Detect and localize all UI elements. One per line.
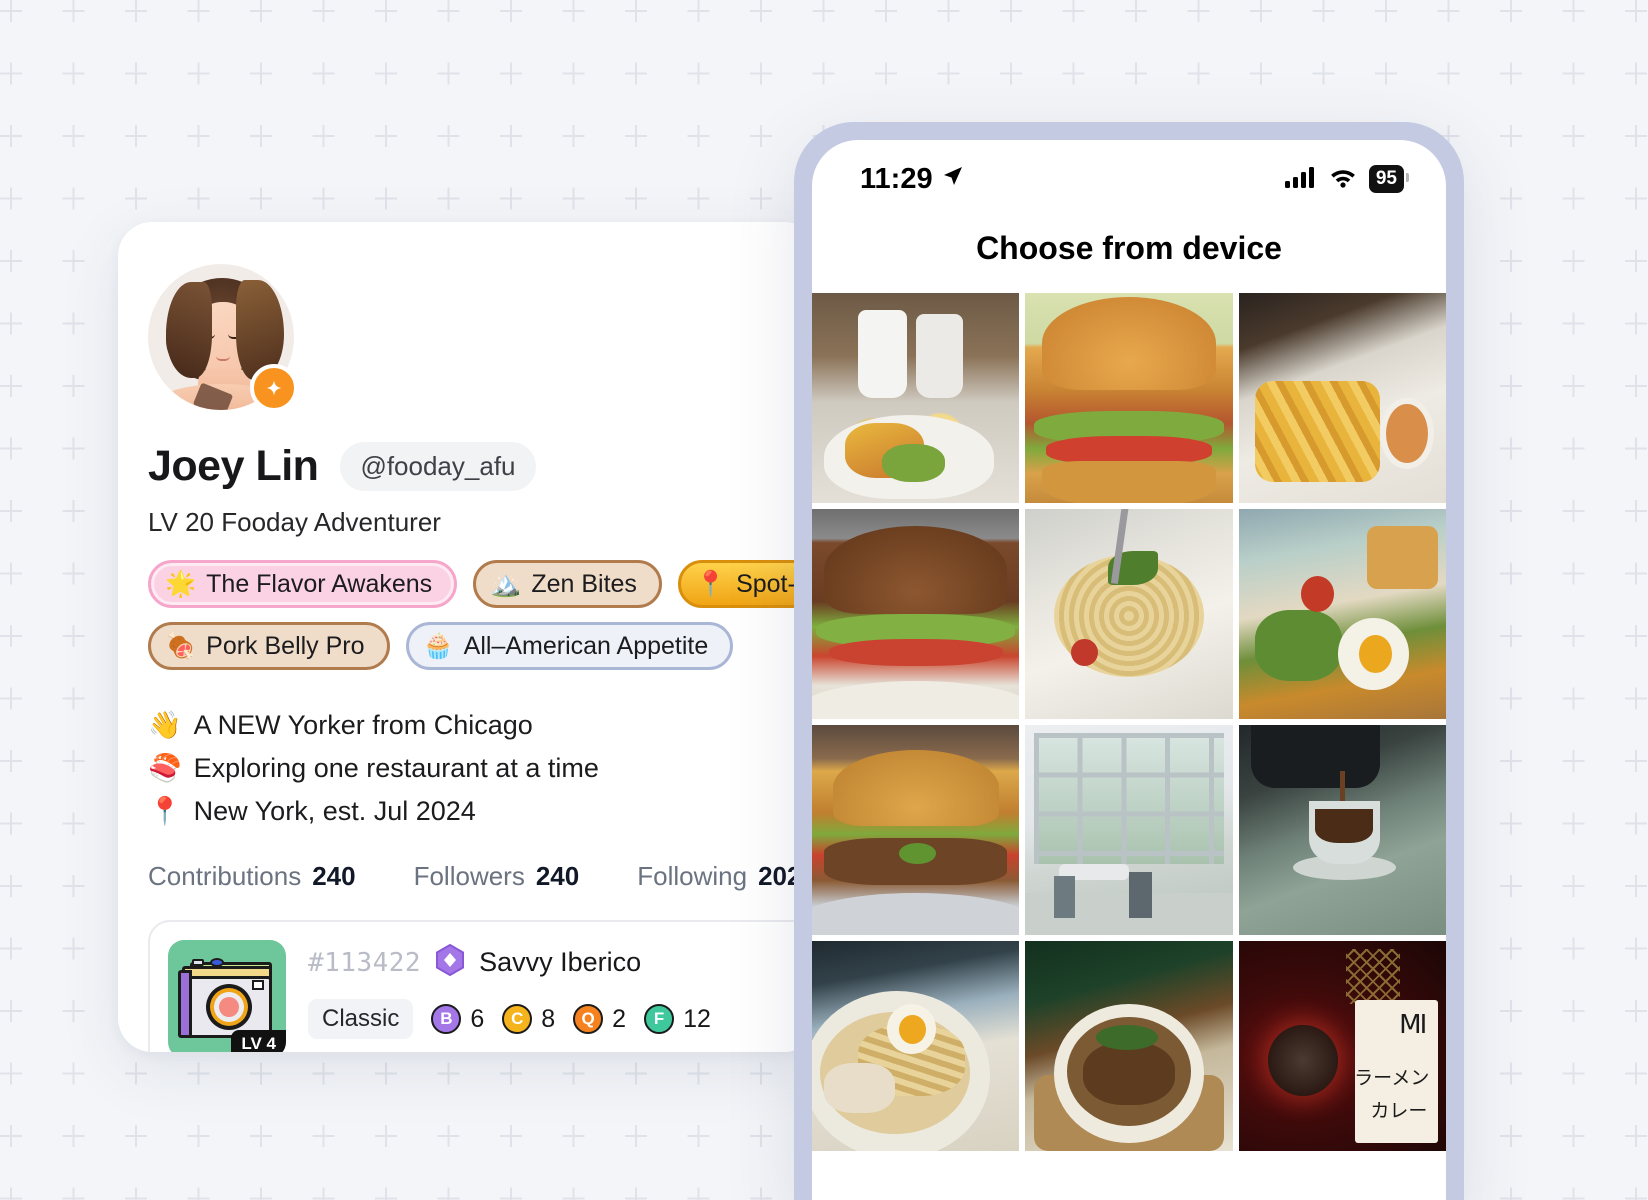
chip-value: 8 xyxy=(541,1004,556,1033)
badge-zen-bites[interactable]: 🏔️ Zen Bites xyxy=(473,560,662,608)
star-icon: 🌟 xyxy=(165,569,197,598)
item-meta: Classic B 6 C 8 Q 2 F 12 xyxy=(308,999,818,1040)
bio: 👋 A NEW Yorker from Chicago 🍣 Exploring … xyxy=(148,708,818,829)
photo-grid: MI ラーメン カレー xyxy=(812,293,1446,1151)
camera-icon: LV 4 xyxy=(168,940,286,1052)
photo-thumbnail[interactable] xyxy=(1238,293,1446,503)
chip-letter: F xyxy=(644,1004,675,1035)
stat-label: Following xyxy=(637,861,748,892)
stat-chip-c: C 8 xyxy=(502,1004,556,1035)
bio-line: 📍 New York, est. Jul 2024 xyxy=(148,794,818,829)
chip-value: 2 xyxy=(612,1004,627,1033)
map-pin-icon: 📍 xyxy=(148,796,182,827)
photo-thumbnail[interactable] xyxy=(1238,509,1446,719)
status-right: 95 xyxy=(1284,165,1410,193)
photo-thumbnail[interactable] xyxy=(1025,941,1233,1151)
sign-text-line3: ラーメン xyxy=(1354,1066,1430,1089)
profile-card: Joey Lin @fooday_afu LV 20 Fooday Advent… xyxy=(118,222,818,1052)
stat-chip-f: F 12 xyxy=(644,1004,711,1035)
badge-label: Pork Belly Pro xyxy=(206,631,365,660)
sign-text-line1: MI xyxy=(1399,1010,1427,1041)
sparkle-icon xyxy=(250,364,298,412)
chip-value: 6 xyxy=(470,1004,485,1033)
sushi-icon: 🍣 xyxy=(148,753,182,784)
item-id: #113422 xyxy=(308,947,422,978)
badge-label: All–American Appetite xyxy=(463,631,709,660)
photo-thumbnail[interactable] xyxy=(812,509,1020,719)
status-bar: 11:29 95 xyxy=(812,140,1446,206)
stats-row: Contributions 240 Followers 240 Followin… xyxy=(148,861,818,892)
photo-thumbnail[interactable] xyxy=(1025,293,1233,503)
photo-thumbnail[interactable] xyxy=(812,293,1020,503)
stat-value: 240 xyxy=(535,861,580,892)
stat-contributions[interactable]: Contributions 240 xyxy=(148,861,356,892)
gem-icon xyxy=(435,944,465,981)
photo-thumbnail[interactable] xyxy=(1025,509,1233,719)
stat-following[interactable]: Following 202 xyxy=(637,861,801,892)
page-title: Joey Lin xyxy=(148,442,319,490)
avatar[interactable] xyxy=(148,264,298,412)
battery-indicator: 95 xyxy=(1368,165,1410,193)
stat-followers[interactable]: Followers 240 xyxy=(414,861,580,892)
handle-pill[interactable]: @fooday_afu xyxy=(340,442,536,491)
stat-chip-q: Q 2 xyxy=(573,1004,627,1035)
stat-label: Contributions xyxy=(148,861,302,892)
bio-text: A NEW Yorker from Chicago xyxy=(193,710,533,740)
name-row: Joey Lin @fooday_afu xyxy=(148,442,818,491)
item-name: Savvy Iberico xyxy=(479,947,642,978)
badge-the-flavor-awakens[interactable]: 🌟 The Flavor Awakens xyxy=(148,560,458,608)
cupcake-icon: 🧁 xyxy=(422,631,454,660)
wave-icon: 👋 xyxy=(148,710,182,740)
item-tag: Classic xyxy=(308,999,414,1040)
stat-chip-b: B 6 xyxy=(431,1004,485,1035)
location-arrow-icon xyxy=(941,163,965,196)
photo-thumbnail[interactable] xyxy=(1238,725,1446,935)
stat-label: Followers xyxy=(413,861,525,892)
badge-pork-belly-pro[interactable]: 🍖 Pork Belly Pro xyxy=(148,622,390,670)
item-info: #113422 Savvy Iberico Classic B 6 C 8 Q … xyxy=(308,940,818,1052)
chip-letter: C xyxy=(502,1004,533,1035)
bio-text: Exploring one restaurant at a time xyxy=(193,753,599,784)
badge-label: The Flavor Awakens xyxy=(206,569,433,598)
level-tag: LV 4 xyxy=(231,1030,286,1052)
stat-value: 240 xyxy=(312,861,356,892)
phone-mockup: 11:29 95 Choose from device MI ラーメン カレー xyxy=(794,122,1464,1200)
sign-text-line4: カレー xyxy=(1370,1100,1428,1123)
photo-thumbnail[interactable]: MI ラーメン カレー xyxy=(1238,941,1446,1151)
cellular-bars-icon xyxy=(1284,166,1317,193)
badge-label: Zen Bites xyxy=(531,569,637,598)
photo-thumbnail[interactable] xyxy=(1025,725,1233,935)
chip-value: 12 xyxy=(683,1004,711,1033)
bio-line: 🍣 Exploring one restaurant at a time xyxy=(148,751,818,786)
chip-letter: B xyxy=(431,1004,462,1035)
chip-letter: Q xyxy=(573,1004,604,1035)
photo-thumbnail[interactable] xyxy=(812,941,1020,1151)
phone-screen-title: Choose from device xyxy=(976,230,1282,266)
bio-text: New York, est. Jul 2024 xyxy=(193,796,476,827)
badge-list: 🌟 The Flavor Awakens 🏔️ Zen Bites 📍 Spot… xyxy=(148,560,818,670)
collection-item-card[interactable]: LV 4 #113422 Savvy Iberico Classic B 6 C… xyxy=(148,920,818,1052)
mountain-icon: 🏔️ xyxy=(490,569,522,598)
item-header: #113422 Savvy Iberico xyxy=(308,944,818,981)
map-pin-icon: 📍 xyxy=(694,569,727,598)
status-time: 11:29 xyxy=(860,162,933,195)
phone-screen: 11:29 95 Choose from device MI ラーメン カレー xyxy=(812,140,1446,1200)
badge-all-american-appetite[interactable]: 🧁 All–American Appetite xyxy=(405,622,734,670)
photo-thumbnail[interactable] xyxy=(812,725,1020,935)
bio-line: 👋 A NEW Yorker from Chicago xyxy=(148,708,818,743)
level-title: LV 20 Fooday Adventurer xyxy=(148,507,441,537)
status-left: 11:29 xyxy=(860,163,965,196)
wifi-icon xyxy=(1328,166,1358,193)
meat-icon: 🍖 xyxy=(165,631,197,660)
